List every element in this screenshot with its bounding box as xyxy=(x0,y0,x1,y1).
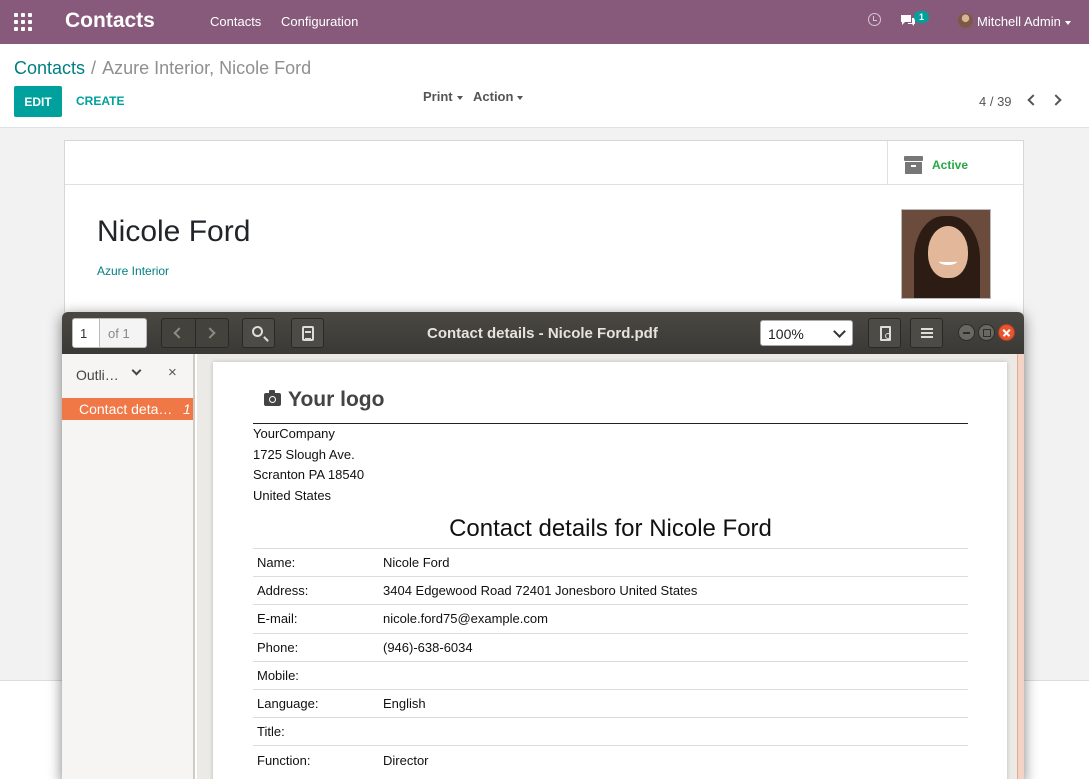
button-box: Active xyxy=(65,141,1023,185)
field-label: Title: xyxy=(253,717,379,746)
table-row: Name: Nicole Ford xyxy=(253,547,968,577)
field-value xyxy=(379,660,968,690)
page-navigation xyxy=(161,318,229,348)
top-navbar: Contacts Contacts Configuration 1 Mitche… xyxy=(0,0,1089,44)
table-row: Address: 3404 Edgewood Road 72401 Jonesbo… xyxy=(253,576,968,605)
previous-page-button[interactable] xyxy=(162,319,195,347)
company-link[interactable]: Azure Interior xyxy=(97,264,169,278)
clock-icon[interactable] xyxy=(868,13,881,26)
field-value: Nicole Ford xyxy=(379,547,968,577)
pdf-window-title: Contact details - Nicole Ford.pdf xyxy=(427,325,658,342)
outline-item-page: 1 xyxy=(183,401,191,417)
field-label: Phone: xyxy=(253,632,379,662)
pdf-titlebar: 1 of 1 Contact details - Nicole Ford.pdf… xyxy=(62,312,1024,354)
create-button[interactable]: CREATE xyxy=(76,94,124,108)
pager-value[interactable]: 4 / 39 xyxy=(979,94,1012,109)
chevron-right-icon xyxy=(204,327,216,339)
outline-item[interactable]: Contact details for Nicole Ford 1 xyxy=(62,398,193,420)
company-country: United States xyxy=(253,488,332,503)
field-value: nicole.ford75@example.com xyxy=(379,604,968,634)
company-city: Scranton PA 18540 xyxy=(253,467,365,482)
search-button[interactable] xyxy=(242,318,275,348)
sidebar-header: Outline × xyxy=(62,354,193,394)
table-row: Function: Director xyxy=(253,745,968,774)
field-value: 3404 Edgewood Road 72401 Jonesboro Unite… xyxy=(379,576,968,605)
menu-configuration[interactable]: Configuration xyxy=(281,14,358,29)
page-number-input[interactable]: 1 xyxy=(72,318,100,348)
breadcrumb-separator: / xyxy=(91,58,97,78)
report-title: Contact details for Nicole Ford xyxy=(449,515,772,542)
partner-photo[interactable] xyxy=(901,209,991,299)
contact-details-table: Name: Nicole Ford Address: 3404 Edgewood R… xyxy=(253,547,968,774)
user-avatar[interactable] xyxy=(958,13,973,28)
field-value: Director xyxy=(379,745,968,774)
active-status-label: Active xyxy=(932,158,969,172)
outline-item-label: Contact details for Nicole Ford xyxy=(79,401,175,417)
table-row: E-mail: nicole.ford75@example.com xyxy=(253,604,968,634)
chevron-down-icon[interactable] xyxy=(131,365,142,376)
caret-down-icon xyxy=(517,95,524,100)
edit-button[interactable]: EDIT xyxy=(14,86,62,117)
partner-name: Nicole Ford xyxy=(97,215,251,248)
field-label: Language: xyxy=(253,688,379,718)
field-value: English xyxy=(379,688,968,718)
sidebar-mode-select[interactable]: Outline xyxy=(76,367,120,383)
control-panel: Contacts / Azure Interior, Nicole Ford EDI… xyxy=(0,44,1089,128)
maximize-button[interactable] xyxy=(978,324,995,341)
page-count: of 1 xyxy=(99,318,147,348)
annotations-button[interactable] xyxy=(291,318,324,348)
field-label: Name: xyxy=(253,547,379,577)
action-dropdown[interactable]: Action xyxy=(473,89,524,104)
archive-icon xyxy=(904,156,923,174)
breadcrumb: Contacts / Azure Interior, Nicole Ford xyxy=(14,58,311,79)
table-row: Title: xyxy=(253,717,968,746)
field-label: Address: xyxy=(253,576,379,605)
minimize-button[interactable] xyxy=(958,324,975,341)
user-name-label: Mitchell Admin xyxy=(977,14,1061,29)
active-toggle-button[interactable]: Active xyxy=(887,141,1023,185)
main-menu-button[interactable] xyxy=(910,318,943,348)
table-row: Language: English xyxy=(253,688,968,718)
field-label: Mobile: xyxy=(253,660,379,690)
company-logo-text: Your logo xyxy=(288,388,385,411)
chevron-left-icon xyxy=(173,327,185,339)
company-street: 1725 Slough Ave. xyxy=(253,447,355,462)
notification-badge: 1 xyxy=(914,11,930,23)
camera-icon xyxy=(264,390,281,406)
search-icon xyxy=(252,326,263,337)
menu-icon xyxy=(921,328,933,338)
breadcrumb-current: Azure Interior, Nicole Ford xyxy=(102,58,312,78)
zoom-select[interactable]: 100% xyxy=(760,320,853,346)
field-label: Function: xyxy=(253,745,379,774)
field-label: E-mail: xyxy=(253,604,379,634)
header-divider xyxy=(253,423,968,424)
action-dropdown-label: Action xyxy=(473,89,514,104)
company-name: YourCompany xyxy=(253,426,335,441)
table-row: Mobile: xyxy=(253,660,968,690)
pdf-viewer-window: 1 of 1 Contact details - Nicole Ford.pdf… xyxy=(62,312,1024,779)
print-dropdown-label: Print xyxy=(423,89,453,104)
app-brand[interactable]: Contacts xyxy=(65,9,155,33)
field-value: (946)-638-6034 xyxy=(379,632,968,662)
apps-grid-icon[interactable] xyxy=(14,13,32,31)
caret-down-icon xyxy=(1064,20,1071,25)
document-properties-button[interactable] xyxy=(868,318,901,348)
zoom-value: 100% xyxy=(768,326,804,342)
pdf-sidebar: Outline × Contact details for Nicole For… xyxy=(62,354,195,779)
pdf-document-area[interactable]: Your logo YourCompany 1725 Slough Ave. S… xyxy=(197,354,1024,779)
sidebar-close-button[interactable]: × xyxy=(168,364,177,381)
notes-icon xyxy=(302,326,314,341)
breadcrumb-contacts-link[interactable]: Contacts xyxy=(14,58,85,78)
document-properties-icon xyxy=(880,326,891,341)
print-dropdown[interactable]: Print xyxy=(423,89,463,104)
close-window-button[interactable] xyxy=(998,324,1015,341)
field-value xyxy=(379,717,968,746)
pdf-page: Your logo YourCompany 1725 Slough Ave. S… xyxy=(213,362,1007,779)
next-page-button[interactable] xyxy=(196,319,229,347)
table-row: Phone: (946)-638-6034 xyxy=(253,632,968,662)
menu-contacts[interactable]: Contacts xyxy=(210,14,261,29)
caret-down-icon xyxy=(456,95,463,100)
user-menu[interactable]: Mitchell Admin xyxy=(977,14,1071,29)
chevron-down-icon xyxy=(833,325,846,338)
